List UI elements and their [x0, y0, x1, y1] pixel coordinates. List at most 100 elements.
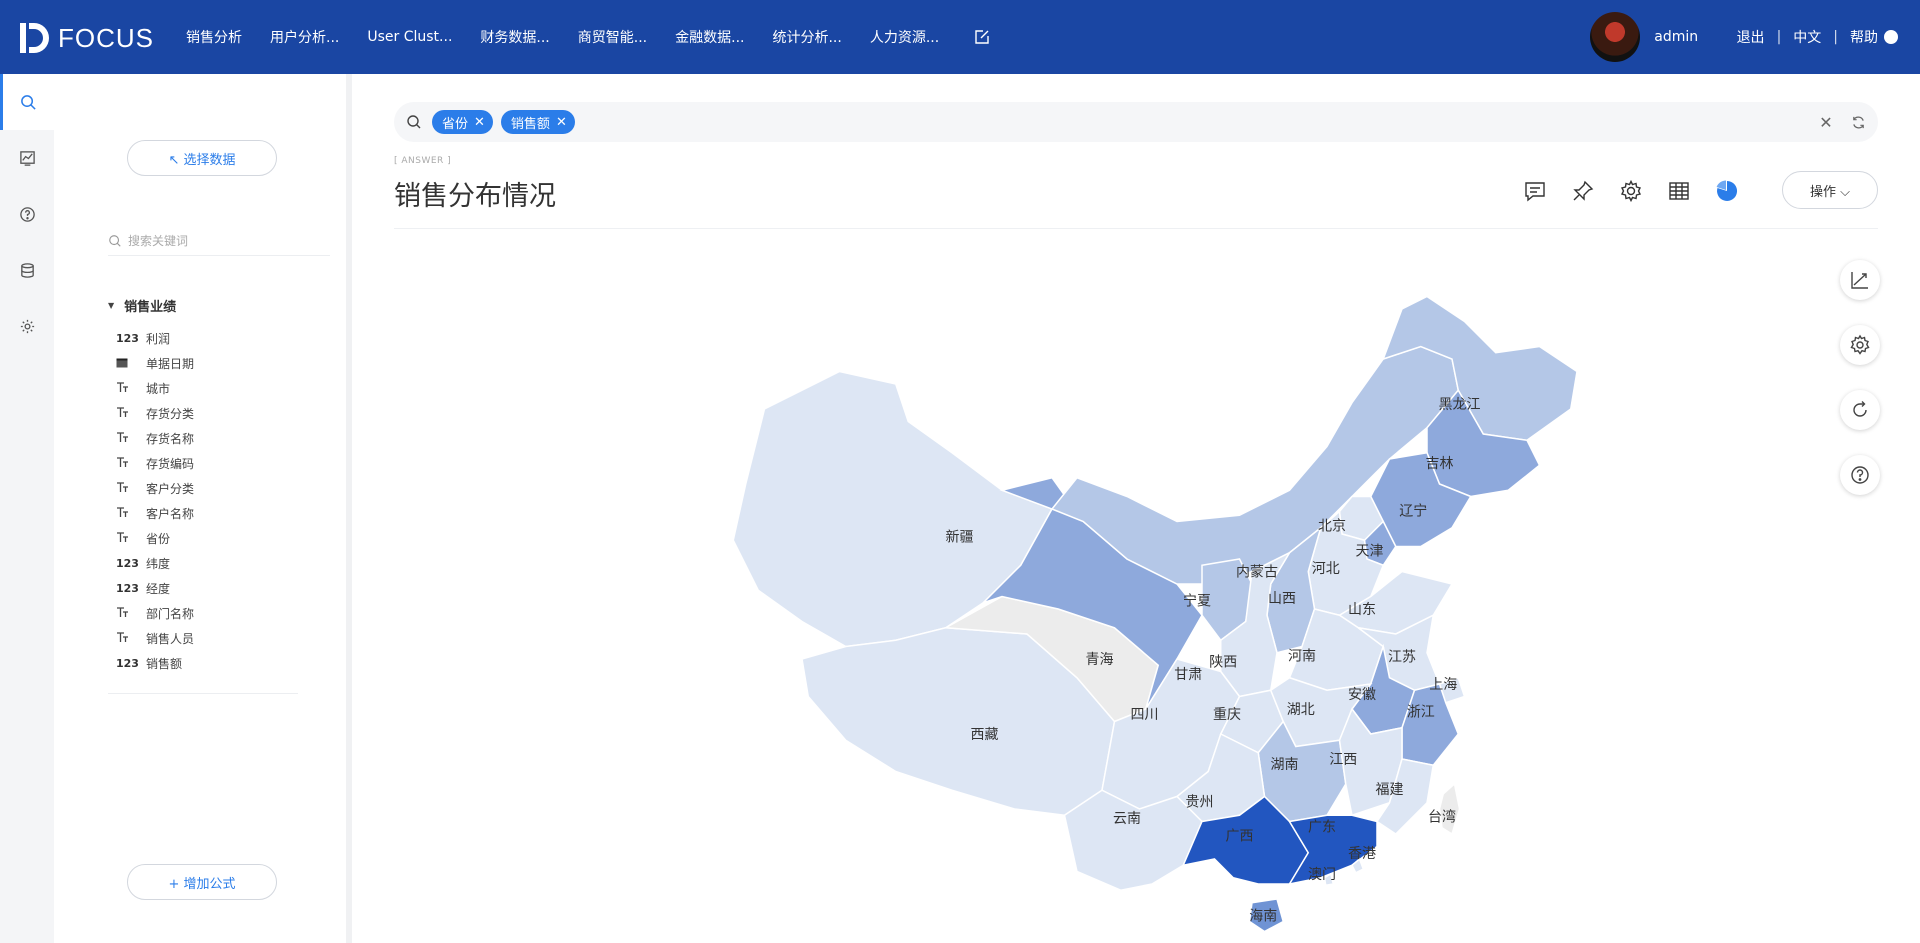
field-item[interactable]: 客户名称 [116, 501, 316, 526]
map-province-label: 新疆 [946, 530, 974, 546]
table-icon [1669, 182, 1689, 200]
map-province-label: 西藏 [971, 727, 999, 743]
refresh-icon[interactable] [1848, 112, 1868, 132]
chart-help-button[interactable] [1840, 455, 1880, 495]
chart-settings-button[interactable] [1840, 325, 1880, 365]
divider [394, 228, 1878, 229]
table-view-button[interactable] [1666, 178, 1692, 204]
nav-item-finance-data[interactable]: 财务数据... [480, 27, 549, 47]
map-province-label: 广东 [1308, 820, 1336, 836]
field-item[interactable]: 部门名称 [116, 601, 316, 626]
rail-settings[interactable] [0, 298, 54, 354]
separator [1720, 29, 1724, 45]
map-province-region[interactable] [1063, 789, 1203, 892]
map-province-label: 安徽 [1348, 687, 1376, 703]
gear-icon [1850, 334, 1870, 355]
comment-icon [1525, 182, 1545, 202]
focus-logo[interactable]: FOCUS [20, 20, 154, 56]
close-icon[interactable]: ✕ [556, 115, 567, 130]
text-type-icon [116, 606, 146, 621]
field-group-title: 销售业绩 [124, 300, 177, 315]
field-item[interactable]: 省份 [116, 526, 316, 551]
text-type-icon [116, 531, 146, 546]
map-province-label: 重庆 [1213, 707, 1241, 723]
rail-database[interactable] [0, 242, 54, 298]
dashboard-icon [19, 150, 35, 166]
settings-button[interactable] [1618, 178, 1644, 204]
map-province-label: 黑龙江 [1439, 397, 1481, 413]
close-icon[interactable]: ✕ [474, 115, 485, 130]
clear-icon[interactable]: ✕ [1816, 112, 1836, 132]
keyword-search[interactable]: 搜索关键词 [108, 226, 330, 256]
text-type-icon [116, 431, 146, 446]
map-province-label: 湖北 [1287, 702, 1315, 718]
logout-link[interactable]: 退出 [1737, 27, 1765, 47]
rail-dashboard[interactable] [0, 130, 54, 186]
nav-item-hr[interactable]: 人力资源... [870, 27, 939, 47]
text-type-icon [116, 381, 146, 396]
chart-view-button[interactable] [1714, 178, 1740, 204]
tag-label: 省份 [442, 116, 469, 132]
field-list: 123 利润 单据日期 城市 存货分类 存货名称 存货编码 客户分类 客户名称 省份 123 纬度 12… [116, 326, 316, 676]
field-item[interactable]: 存货编码 [116, 451, 316, 476]
pin-button[interactable] [1570, 178, 1596, 204]
username[interactable]: admin [1654, 29, 1698, 45]
language-switch[interactable]: 中文 [1793, 27, 1821, 47]
field-name: 城市 [146, 382, 171, 396]
nav-item-finance-data-2[interactable]: 金融数据... [675, 27, 744, 47]
field-item[interactable]: 123 经度 [116, 576, 316, 601]
field-item[interactable]: 123 销售额 [116, 651, 316, 676]
nav-item-trade-intelligence[interactable]: 商贸智能... [578, 27, 647, 47]
help-link[interactable]: 帮助 [1850, 27, 1878, 47]
answer-toolbar [1522, 178, 1762, 204]
search-tag-sales[interactable]: 销售额 ✕ [500, 110, 575, 134]
question-icon [19, 206, 35, 222]
nav-item-sales-analysis[interactable]: 销售分析 [186, 27, 242, 47]
rail-help[interactable] [0, 186, 54, 242]
user-area: admin 退出 | 中文 | 帮助 ? [1590, 12, 1898, 62]
numeric-type-icon: 123 [116, 332, 139, 345]
numeric-type-icon: 123 [116, 582, 139, 595]
reload-button[interactable] [1840, 390, 1880, 430]
nav-item-user-cluster[interactable]: User Clust... [367, 29, 452, 45]
field-name: 纬度 [146, 557, 171, 571]
avatar[interactable] [1590, 12, 1641, 62]
select-data-button[interactable]: ↖ 选择数据 [127, 140, 277, 176]
field-item[interactable]: 123 纬度 [116, 551, 316, 576]
field-item[interactable]: 销售人员 [116, 626, 316, 651]
field-item[interactable]: 城市 [116, 376, 316, 401]
help-icon[interactable]: ? [1884, 30, 1898, 44]
tag-label: 销售额 [510, 116, 550, 132]
search-bar[interactable]: 省份 ✕ 销售额 ✕ ✕ [394, 102, 1878, 142]
field-item[interactable]: 单据日期 [116, 351, 316, 376]
field-name: 利润 [146, 332, 171, 346]
answer-label: [ ANSWER ] [394, 156, 452, 166]
map-province-label: 辽宁 [1399, 502, 1427, 519]
collapse-triangle-icon[interactable]: ▼ [108, 301, 114, 310]
nav-item-user-analysis[interactable]: 用户分析... [270, 27, 339, 47]
icon-rail [0, 74, 54, 943]
edit-icon[interactable] [973, 28, 991, 46]
logo-mark-icon [20, 23, 49, 53]
field-item[interactable]: 存货分类 [116, 401, 316, 426]
search-icon [109, 234, 121, 247]
rail-search[interactable] [0, 74, 54, 130]
axis-button[interactable] [1840, 260, 1880, 300]
numeric-type-icon: 123 [116, 557, 139, 570]
map-province-label: 天津 [1356, 543, 1384, 559]
field-group-header[interactable]: ▼ 销售业绩 [108, 296, 176, 315]
search-tag-province[interactable]: 省份 ✕ [432, 110, 493, 134]
pin-icon [1573, 180, 1594, 201]
field-item[interactable]: 存货名称 [116, 426, 316, 451]
operations-dropdown[interactable]: 操作 ⌵ [1782, 171, 1878, 209]
field-name: 客户分类 [146, 482, 195, 496]
field-item[interactable]: 123 利润 [116, 326, 316, 351]
comment-button[interactable] [1522, 178, 1548, 204]
text-type-icon [116, 506, 146, 521]
map-province-label: 广西 [1226, 828, 1254, 844]
text-type-icon [116, 406, 146, 421]
field-item[interactable]: 客户分类 [116, 476, 316, 501]
nav-item-statistics[interactable]: 统计分析... [772, 27, 841, 47]
add-formula-button[interactable]: + 增加公式 [127, 864, 277, 900]
map-province-label: 陕西 [1209, 655, 1237, 671]
